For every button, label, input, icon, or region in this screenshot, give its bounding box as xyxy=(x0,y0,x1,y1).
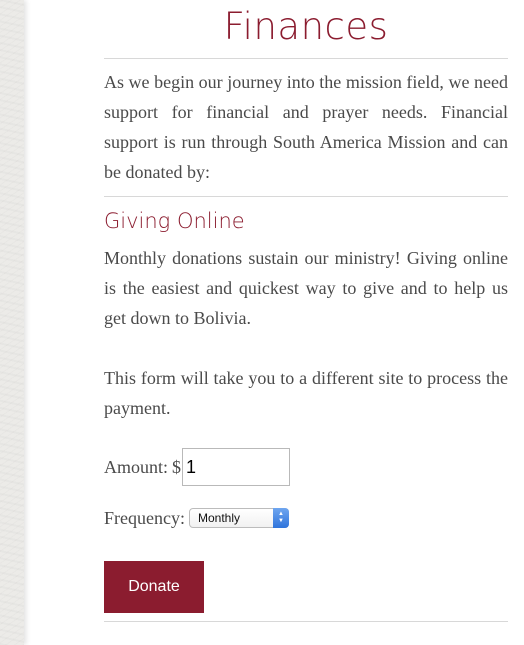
page-title: Finances xyxy=(223,5,389,48)
divider-middle xyxy=(104,196,508,197)
amount-label: Amount: xyxy=(104,456,169,477)
form-note-paragraph: This form will take you to a different s… xyxy=(104,368,508,418)
frequency-row: Frequency: Monthly ▲ ▼ xyxy=(104,503,508,533)
currency-symbol: $ xyxy=(172,456,182,477)
amount-row: Amount: $ xyxy=(104,447,508,487)
divider-top xyxy=(104,58,508,59)
donate-button[interactable]: Donate xyxy=(104,561,204,613)
chevron-up-down-icon: ▲ ▼ xyxy=(272,508,289,528)
intro-paragraph: As we begin our journey into the mission… xyxy=(104,72,508,182)
frequency-label: Frequency: xyxy=(104,507,185,528)
finances-content: Finances As we begin our journey into th… xyxy=(104,0,508,622)
section-heading-giving-online: Giving Online xyxy=(104,209,245,233)
monthly-donations-paragraph: Monthly donations sustain our ministry! … xyxy=(104,248,508,328)
divider-bottom xyxy=(104,621,508,622)
frequency-select[interactable]: Monthly ▲ ▼ xyxy=(188,508,289,528)
paper-texture-border xyxy=(0,0,24,645)
donation-form: Amount: $ Frequency: Monthly ▲▼ Donate xyxy=(104,447,508,613)
frequency-selected-value: Monthly xyxy=(197,511,241,525)
amount-input[interactable] xyxy=(182,448,291,486)
